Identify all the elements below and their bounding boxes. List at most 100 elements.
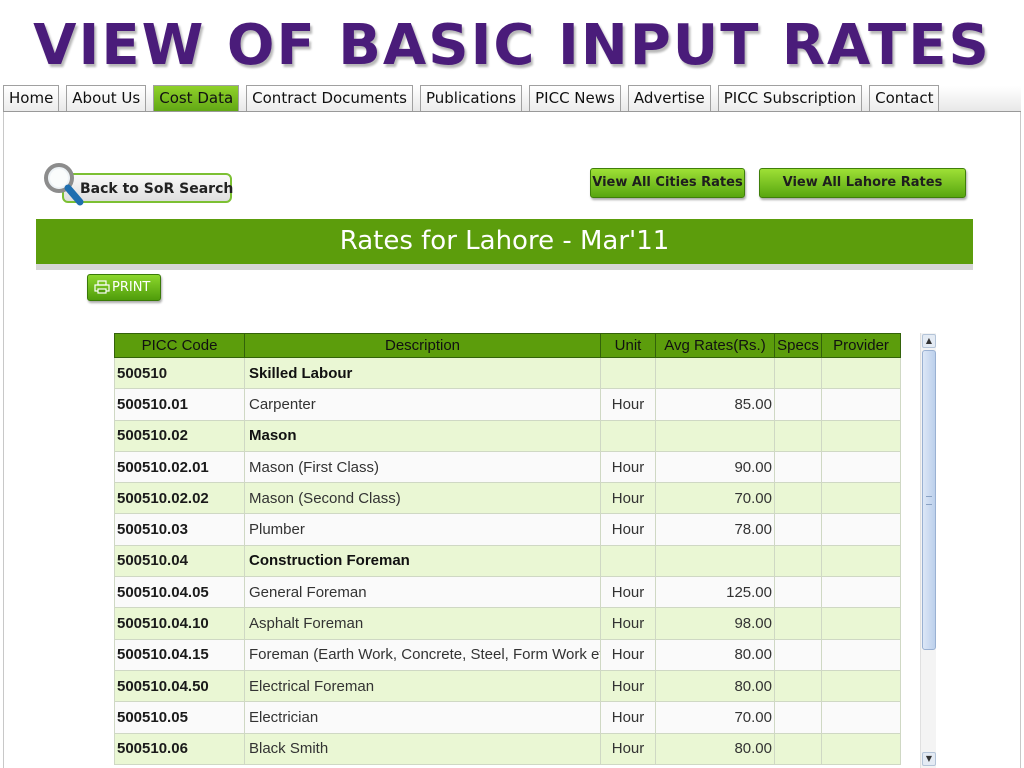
table-row[interactable]: 500510.04 Construction Foreman	[114, 544, 901, 578]
description-cell: Mason (Second Class)	[244, 482, 601, 515]
provider-cell	[821, 732, 901, 765]
specs-cell	[774, 513, 822, 546]
print-button[interactable]: PRINT	[87, 274, 161, 301]
rates-title: Rates for Lahore - Mar'11	[36, 219, 973, 264]
picc-code-cell: 500510.02.02	[114, 482, 245, 515]
table-scrollbar[interactable]: ▲ ▼	[920, 333, 936, 768]
avg-rate-cell: 80.00	[655, 732, 775, 765]
table-header-row: PICC Code Description Unit Avg Rates(Rs.…	[114, 333, 901, 358]
table-row[interactable]: 500510.02 Mason	[114, 419, 901, 452]
table-row[interactable]: 500510.04.15 Foreman (Earth Work, Concret…	[114, 638, 901, 671]
provider-cell	[821, 544, 901, 578]
avg-rate-cell: 70.00	[655, 482, 775, 515]
back-button-label: Back to SoR Search	[80, 181, 234, 197]
rates-table-body: 500510 Skilled Labour 500510.01 Carpenter Ho…	[114, 356, 901, 765]
unit-cell: Hour	[600, 576, 656, 609]
scroll-thumb[interactable]	[922, 350, 936, 650]
picc-code-cell: 500510.04.50	[114, 669, 245, 703]
nav-tab-publications[interactable]: Publications	[419, 85, 523, 111]
column-header-picc-code[interactable]: PICC Code	[114, 333, 245, 358]
description-cell: Mason (First Class)	[244, 450, 601, 484]
provider-cell	[821, 356, 901, 390]
provider-cell	[821, 419, 901, 452]
provider-cell	[821, 450, 901, 484]
main-nav: Home About Us Cost Data Contract Documen…	[3, 85, 1021, 112]
picc-code-cell: 500510.02.01	[114, 450, 245, 484]
scroll-up-arrow-icon[interactable]: ▲	[922, 334, 936, 348]
specs-cell	[774, 482, 822, 515]
avg-rate-cell	[655, 419, 775, 452]
specs-cell	[774, 576, 822, 609]
table-row[interactable]: 500510.02.02 Mason (Second Class) Hour 70.0…	[114, 482, 901, 515]
unit-cell: Hour	[600, 732, 656, 765]
description-cell: General Foreman	[244, 576, 601, 609]
scroll-down-arrow-icon[interactable]: ▼	[922, 752, 936, 766]
printer-icon	[94, 280, 110, 294]
nav-tab-home[interactable]: Home	[3, 85, 60, 111]
description-cell: Asphalt Foreman	[244, 607, 601, 640]
avg-rate-cell: 98.00	[655, 607, 775, 640]
table-row[interactable]: 500510.06 Black Smith Hour 80.00	[114, 732, 901, 765]
unit-cell	[600, 544, 656, 578]
rates-title-underline	[36, 264, 973, 270]
unit-cell: Hour	[600, 669, 656, 703]
table-row[interactable]: 500510.04.05 General Foreman Hour 125.00	[114, 576, 901, 609]
provider-cell	[821, 482, 901, 515]
avg-rate-cell: 85.00	[655, 388, 775, 421]
provider-cell	[821, 638, 901, 671]
table-row[interactable]: 500510.05 Electrician Hour 70.00	[114, 701, 901, 734]
nav-tab-picc-subscription[interactable]: PICC Subscription	[717, 85, 863, 111]
description-cell: Plumber	[244, 513, 601, 546]
table-row[interactable]: 500510 Skilled Labour	[114, 356, 901, 390]
nav-tab-cost-data[interactable]: Cost Data	[153, 85, 240, 111]
column-header-provider[interactable]: Provider	[821, 333, 901, 358]
nav-tab-contract-documents[interactable]: Contract Documents	[246, 85, 413, 111]
provider-cell	[821, 513, 901, 546]
unit-cell: Hour	[600, 482, 656, 515]
picc-code-cell: 500510.04.10	[114, 607, 245, 640]
description-cell: Carpenter	[244, 388, 601, 421]
avg-rate-cell	[655, 356, 775, 390]
unit-cell: Hour	[600, 638, 656, 671]
picc-code-cell: 500510.06	[114, 732, 245, 765]
table-row[interactable]: 500510.02.01 Mason (First Class) Hour 90.00	[114, 450, 901, 484]
description-cell: Construction Foreman	[244, 544, 601, 578]
nav-tab-advertise[interactable]: Advertise	[627, 85, 711, 111]
nav-tab-contact[interactable]: Contact	[869, 85, 940, 111]
view-all-cities-button[interactable]: View All Cities Rates	[590, 168, 745, 198]
table-row[interactable]: 500510.04.50 Electrical Foreman Hour 80.00	[114, 669, 901, 703]
avg-rate-cell: 80.00	[655, 669, 775, 703]
slide-title: VIEW OF BASIC INPUT RATES	[33, 13, 991, 78]
print-label: PRINT	[112, 280, 151, 295]
avg-rate-cell: 80.00	[655, 638, 775, 671]
description-cell: Electrician	[244, 701, 601, 734]
view-all-lahore-button[interactable]: View All Lahore Rates	[759, 168, 966, 198]
description-cell: Foreman (Earth Work, Concrete, Steel, Fo…	[244, 638, 601, 671]
description-cell: Black Smith	[244, 732, 601, 765]
provider-cell	[821, 669, 901, 703]
specs-cell	[774, 732, 822, 765]
nav-tab-about-us[interactable]: About Us	[66, 85, 147, 111]
provider-cell	[821, 576, 901, 609]
specs-cell	[774, 450, 822, 484]
avg-rate-cell: 70.00	[655, 701, 775, 734]
picc-code-cell: 500510.02	[114, 419, 245, 452]
nav-tab-picc-news[interactable]: PICC News	[529, 85, 621, 111]
specs-cell	[774, 669, 822, 703]
picc-code-cell: 500510.04.15	[114, 638, 245, 671]
column-header-avg-rates[interactable]: Avg Rates(Rs.)	[655, 333, 775, 358]
table-row[interactable]: 500510.01 Carpenter Hour 85.00	[114, 388, 901, 421]
unit-cell	[600, 356, 656, 390]
provider-cell	[821, 388, 901, 421]
column-header-unit[interactable]: Unit	[600, 333, 656, 358]
unit-cell: Hour	[600, 701, 656, 734]
specs-cell	[774, 419, 822, 452]
description-cell: Electrical Foreman	[244, 669, 601, 703]
table-row[interactable]: 500510.03 Plumber Hour 78.00	[114, 513, 901, 546]
table-row[interactable]: 500510.04.10 Asphalt Foreman Hour 98.00	[114, 607, 901, 640]
column-header-description[interactable]: Description	[244, 333, 601, 358]
column-header-specs[interactable]: Specs	[774, 333, 822, 358]
picc-code-cell: 500510.01	[114, 388, 245, 421]
back-to-search-button[interactable]: Back to SoR Search	[42, 161, 234, 207]
avg-rate-cell: 125.00	[655, 576, 775, 609]
